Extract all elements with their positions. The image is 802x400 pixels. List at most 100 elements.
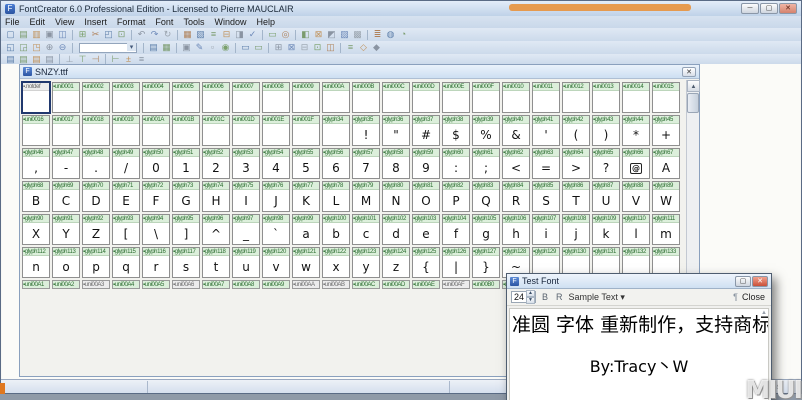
glyph-cell[interactable]: ▪uni000E <box>442 82 470 113</box>
toolbar-icon[interactable]: ▨ <box>338 29 351 40</box>
dialog-title-bar[interactable]: F Test Font ▢ ✕ <box>507 274 771 289</box>
toolbar-icon[interactable]: ▢ <box>4 29 17 40</box>
toolbar-icon[interactable]: ± <box>122 54 135 65</box>
stepper-up-icon[interactable]: ▲ <box>526 290 535 297</box>
glyph-cell[interactable]: ▪glyph511 <box>172 148 200 179</box>
glyph-cell[interactable]: ▪glyph39% <box>472 115 500 146</box>
toolbar-icon[interactable]: ◎ <box>279 29 292 40</box>
menu-item-file[interactable]: File <box>5 17 20 27</box>
glyph-cell[interactable]: ▪glyph47- <box>52 148 80 179</box>
glyph-cell[interactable]: ▪uni00B0 <box>472 280 500 289</box>
glyph-cell[interactable]: ▪glyph61; <box>472 148 500 179</box>
glyph-cell[interactable]: ▪glyph122x <box>322 247 350 278</box>
glyph-cell[interactable]: ▪glyph38$ <box>442 115 470 146</box>
font-size-stepper[interactable]: 24 ▲▼ <box>511 291 536 303</box>
glyph-cell[interactable]: ▪glyph121w <box>292 247 320 278</box>
glyph-cell[interactable]: ▪uni00A3 <box>82 280 110 289</box>
toolbar-icon[interactable]: ⊟ <box>220 29 233 40</box>
glyph-cell[interactable]: ▪glyph98` <box>262 214 290 245</box>
toolbar-icon[interactable]: ⊞ <box>272 42 285 53</box>
glyph-cell[interactable]: ▪glyph67A <box>652 148 680 179</box>
glyph-cell[interactable]: ▪glyph45+ <box>652 115 680 146</box>
toolbar-icon[interactable]: ▭ <box>266 29 279 40</box>
glyph-cell[interactable]: ▪glyph72F <box>142 181 170 212</box>
toolbar-icon[interactable]: ↻ <box>161 29 174 40</box>
toolbar-icon[interactable]: ✎ <box>193 42 206 53</box>
glyph-cell[interactable]: ▪glyph105g <box>472 214 500 245</box>
glyph-cell[interactable]: ▪glyph126| <box>442 247 470 278</box>
glyph-cell[interactable]: ▪glyph41' <box>532 115 560 146</box>
glyph-cell[interactable]: ▪glyph101c <box>352 214 380 245</box>
toolbar-icon[interactable]: ◫ <box>56 29 69 40</box>
menu-item-insert[interactable]: Insert <box>84 17 107 27</box>
glyph-cell[interactable]: ▪uni0016 <box>22 115 50 146</box>
toolbar-icon[interactable]: ◇ <box>357 42 370 53</box>
glyph-cell[interactable]: ▪glyph599 <box>412 148 440 179</box>
glyph-cell[interactable]: ▪glyph87U <box>592 181 620 212</box>
toolbar-icon[interactable]: ▧ <box>194 29 207 40</box>
toolbar-icon[interactable]: ⊥ <box>63 54 76 65</box>
toolbar-icon[interactable]: ✓ <box>246 29 259 40</box>
glyph-cell[interactable]: ▪uni0005 <box>172 82 200 113</box>
glyph-cell[interactable]: ▪glyph118t <box>202 247 230 278</box>
glyph-cell[interactable]: ▪uni0002 <box>82 82 110 113</box>
glyph-cell[interactable]: ▪glyph62< <box>502 148 530 179</box>
glyph-cell[interactable]: ▪glyph112n <box>22 247 50 278</box>
glyph-cell[interactable]: ▪glyph106h <box>502 214 530 245</box>
maximize-button[interactable]: ▢ <box>760 3 778 14</box>
glyph-cell[interactable]: ▪glyph110l <box>622 214 650 245</box>
glyph-cell[interactable]: ▪glyph544 <box>262 148 290 179</box>
glyph-cell[interactable]: ▪glyph65? <box>592 148 620 179</box>
glyph-cell[interactable]: ▪glyph44* <box>622 115 650 146</box>
glyph-cell[interactable]: ▪uni001C <box>202 115 230 146</box>
glyph-cell[interactable]: ▪glyph111m <box>652 214 680 245</box>
toolbar-icon[interactable]: ▦ <box>160 42 173 53</box>
glyph-cell[interactable]: ▪glyph109k <box>592 214 620 245</box>
title-bar[interactable]: F FontCreator 6.0 Professional Edition -… <box>1 1 801 16</box>
glyph-cell[interactable]: ▪uni0018 <box>82 115 110 146</box>
glyph-cell[interactable]: ▪glyph79M <box>352 181 380 212</box>
glyph-cell[interactable]: ▪glyph76J <box>262 181 290 212</box>
glyph-cell[interactable]: ▪glyph73G <box>172 181 200 212</box>
glyph-cell[interactable]: ▪uni00AA <box>292 280 320 289</box>
glyph-cell[interactable]: ▪uni0006 <box>202 82 230 113</box>
toolbar-icon[interactable]: ⊕ <box>43 42 56 53</box>
glyph-cell[interactable]: ▪glyph81O <box>412 181 440 212</box>
glyph-cell[interactable]: ▪uni00AB <box>322 280 350 289</box>
test-preview-area[interactable]: 准圆 字体 重新制作，支持商标 By:Tracy丶W ▲ <box>509 308 769 400</box>
document-close-button[interactable]: ✕ <box>682 67 696 77</box>
close-button[interactable]: ✕ <box>779 3 797 14</box>
glyph-cell[interactable]: ▪glyph120v <box>262 247 290 278</box>
toolbar-icon[interactable]: ≣ <box>371 29 384 40</box>
toolbar-icon[interactable]: ▣ <box>43 29 56 40</box>
toolbar-icon[interactable]: ◧ <box>299 29 312 40</box>
glyph-cell[interactable]: ▪glyph49/ <box>112 148 140 179</box>
toolbar-icon[interactable]: ◳ <box>30 42 43 53</box>
glyph-cell[interactable]: ▪glyph40& <box>502 115 530 146</box>
glyph-cell[interactable]: ▪glyph99a <box>292 214 320 245</box>
glyph-cell[interactable]: ▪uni0012 <box>562 82 590 113</box>
minimize-button[interactable]: ─ <box>741 3 759 14</box>
toolbar-icon[interactable]: ⊡ <box>115 29 128 40</box>
toolbar-icon[interactable]: ◆ <box>370 42 383 53</box>
glyph-cell[interactable]: ▪uni001E <box>262 115 290 146</box>
toolbar-icon[interactable]: ▤ <box>30 54 43 65</box>
stepper-down-icon[interactable]: ▼ <box>526 297 535 304</box>
glyph-cell[interactable]: ▪uni0011 <box>532 82 560 113</box>
glyph-cell[interactable]: ▪glyph83Q <box>472 181 500 212</box>
glyph-cell[interactable]: ▪glyph92Z <box>82 214 110 245</box>
glyph-cell[interactable]: ▪uni001F <box>292 115 320 146</box>
menu-item-edit[interactable]: Edit <box>30 17 46 27</box>
toolbar-icon[interactable]: ↶ <box>135 29 148 40</box>
glyph-cell[interactable]: ▪uni0014 <box>622 82 650 113</box>
glyph-cell[interactable]: ▪uni000A <box>322 82 350 113</box>
menu-item-tools[interactable]: Tools <box>183 17 204 27</box>
toolbar-icon[interactable]: ◔ <box>397 29 410 40</box>
glyph-cell[interactable]: ▪glyph588 <box>382 148 410 179</box>
glyph-cell[interactable]: ▪glyph74H <box>202 181 230 212</box>
glyph-cell[interactable]: ▪uni001D <box>232 115 260 146</box>
toolbar-icon[interactable]: ▤ <box>147 42 160 53</box>
toolbar-icon[interactable]: ≡ <box>135 54 148 65</box>
glyph-cell[interactable]: ▪uni00AC <box>352 280 380 289</box>
glyph-cell[interactable]: ▪glyph96^ <box>202 214 230 245</box>
